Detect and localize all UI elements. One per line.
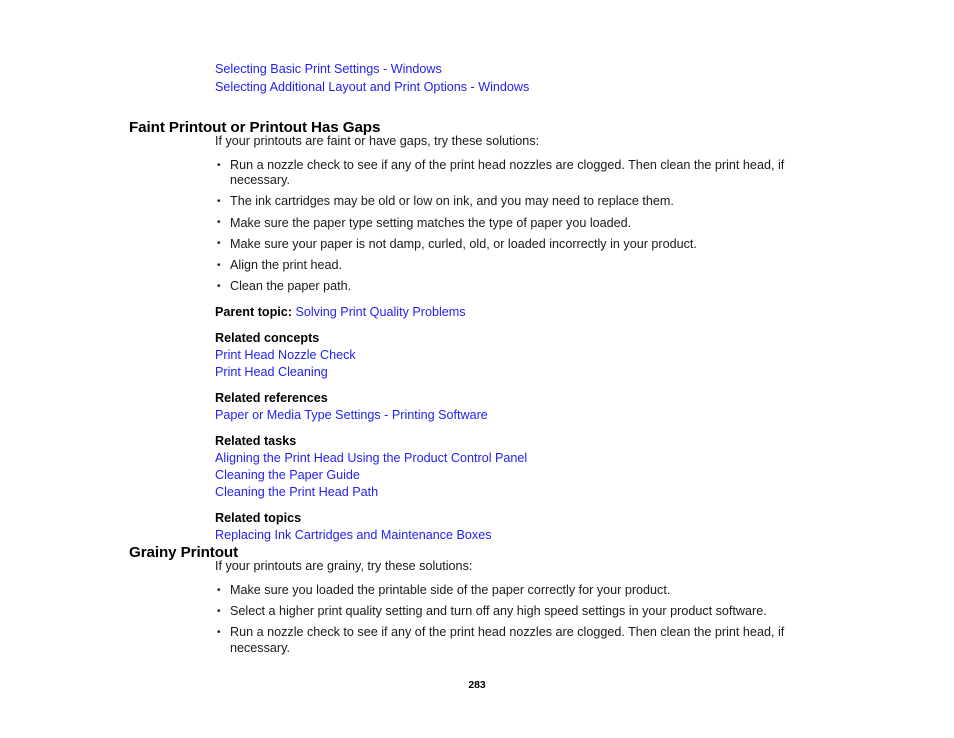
solutions-list-grainy-printout: Make sure you loaded the printable side … — [215, 582, 815, 656]
list-item: Clean the paper path. — [215, 279, 825, 295]
list-item: The ink cartridges may be old or low on … — [215, 194, 825, 210]
top-link-list: Selecting Basic Print Settings - Windows… — [215, 60, 855, 96]
related-concepts-group: Related concepts Print Head Nozzle Check… — [215, 330, 815, 381]
doc-link-solving-print-quality-problems[interactable]: Solving Print Quality Problems — [295, 305, 465, 319]
solutions-list-faint-printout: Run a nozzle check to see if any of the … — [215, 157, 815, 294]
list-item: Align the print head. — [215, 258, 825, 274]
related-references-title: Related references — [215, 391, 328, 406]
section-body-grainy-printout: If your printouts are grainy, try these … — [215, 558, 815, 662]
doc-link-print-head-cleaning[interactable]: Print Head Cleaning — [215, 364, 815, 381]
document-page: Selecting Basic Print Settings - Windows… — [0, 0, 954, 738]
doc-link-selecting-basic-print-settings[interactable]: Selecting Basic Print Settings - Windows — [215, 60, 855, 78]
list-item: Run a nozzle check to see if any of the … — [215, 625, 825, 655]
related-references-group: Related references Paper or Media Type S… — [215, 390, 815, 424]
list-item: Make sure you loaded the printable side … — [215, 582, 825, 598]
list-item: Make sure your paper is not damp, curled… — [215, 236, 825, 252]
section-body-faint-printout: If your printouts are faint or have gaps… — [215, 133, 815, 544]
doc-link-aligning-the-print-head[interactable]: Aligning the Print Head Using the Produc… — [215, 450, 815, 467]
related-topics-title: Related topics — [215, 511, 302, 526]
related-tasks-group: Related tasks Aligning the Print Head Us… — [215, 433, 815, 501]
doc-link-paper-or-media-type-settings[interactable]: Paper or Media Type Settings - Printing … — [215, 407, 815, 424]
parent-topic-line: Parent topic: Solving Print Quality Prob… — [215, 303, 815, 321]
section-intro-text: If your printouts are faint or have gaps… — [215, 134, 540, 148]
doc-link-print-head-nozzle-check[interactable]: Print Head Nozzle Check — [215, 347, 815, 364]
related-tasks-title: Related tasks — [215, 434, 297, 449]
page-number: 283 — [468, 680, 486, 691]
related-concepts-title: Related concepts — [215, 331, 320, 346]
doc-link-selecting-additional-layout-and-print-options[interactable]: Selecting Additional Layout and Print Op… — [215, 78, 855, 96]
list-item: Select a higher print quality setting an… — [215, 604, 825, 620]
doc-link-replacing-ink-cartridges-and-maintenance-boxes[interactable]: Replacing Ink Cartridges and Maintenance… — [215, 527, 815, 544]
doc-link-cleaning-the-paper-guide[interactable]: Cleaning the Paper Guide — [215, 467, 815, 484]
list-item: Run a nozzle check to see if any of the … — [215, 157, 825, 188]
list-item: Make sure the paper type setting matches… — [215, 215, 825, 231]
related-topics-group: Related topics Replacing Ink Cartridges … — [215, 510, 815, 544]
doc-link-cleaning-the-print-head-path[interactable]: Cleaning the Print Head Path — [215, 484, 815, 501]
parent-topic-label: Parent topic: — [215, 305, 292, 320]
section-intro-text: If your printouts are grainy, try these … — [215, 559, 473, 573]
